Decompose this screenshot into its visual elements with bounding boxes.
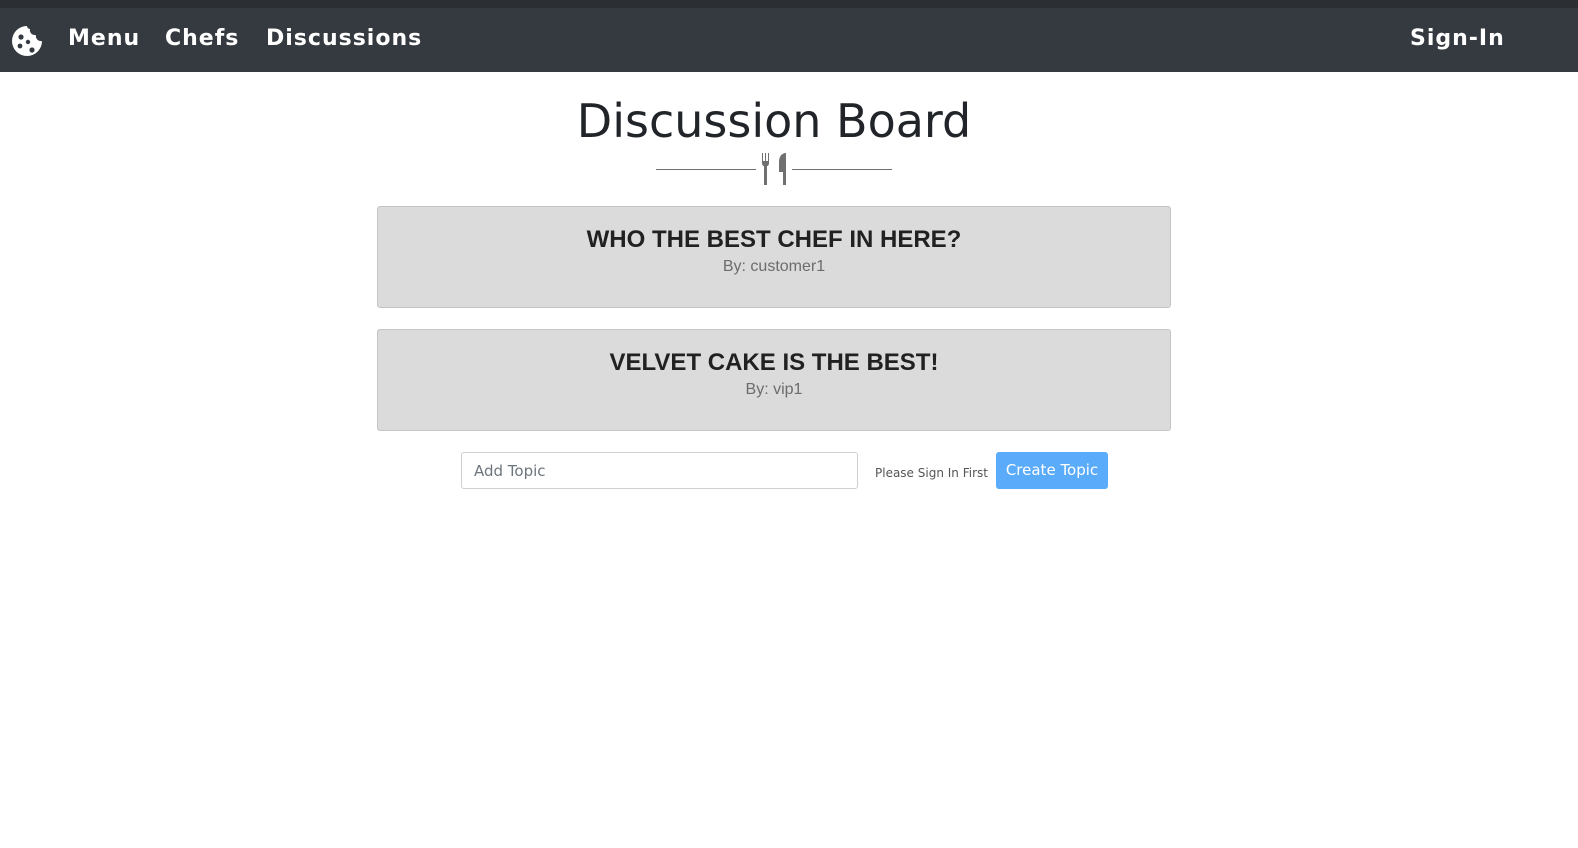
topic-title: WHO THE BEST CHEF IN HERE? (586, 226, 962, 253)
topic-card[interactable]: WHO THE BEST CHEF IN HERE? By: customer1 (377, 206, 1171, 308)
topic-author: By: vip1 (745, 381, 803, 398)
sign-in-link[interactable]: Sign-In (1410, 24, 1505, 54)
nav-menu-link[interactable]: Menu (68, 24, 140, 54)
add-topic-input[interactable] (461, 452, 858, 489)
topic-author: By: customer1 (722, 258, 826, 275)
title-divider-right (792, 169, 892, 170)
cookie-icon[interactable] (11, 25, 43, 57)
nav-discussions-link[interactable]: Discussions (266, 24, 422, 54)
sign-in-hint: Please Sign In First (875, 466, 988, 480)
page-title: Discussion Board (576, 94, 972, 148)
create-topic-button[interactable]: Create Topic (996, 452, 1108, 489)
title-divider-left (656, 169, 756, 170)
topic-card[interactable]: VELVET CAKE IS THE BEST! By: vip1 (377, 329, 1171, 431)
utensils-icon (762, 153, 786, 185)
top-navbar: Menu Chefs Discussions Sign-In (0, 0, 1578, 72)
nav-chefs-link[interactable]: Chefs (165, 24, 239, 54)
topic-title: VELVET CAKE IS THE BEST! (609, 349, 939, 376)
